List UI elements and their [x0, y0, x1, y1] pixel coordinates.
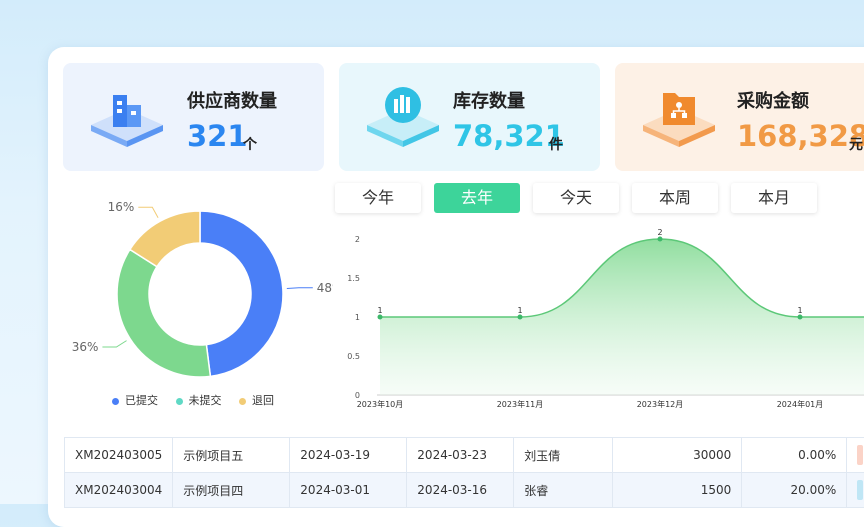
- table-cell: 2024-03-01: [290, 473, 407, 508]
- table-row[interactable]: XM202403005示例项目五2024-03-192024-03-23刘玉倩3…: [65, 438, 864, 473]
- x-tick-label: 2023年11月: [497, 399, 544, 409]
- row-action-cell[interactable]: [847, 473, 864, 508]
- y-tick-label: 0: [355, 391, 360, 400]
- stat-unit: 件: [549, 134, 563, 154]
- stat-card-inventory: 库存数量 78,321 件: [339, 63, 600, 171]
- table-cell: 2024-03-19: [290, 438, 407, 473]
- data-label: 1: [377, 306, 382, 315]
- data-point[interactable]: [378, 315, 383, 320]
- stat-value: 168,328: [737, 119, 864, 153]
- data-label: 1: [517, 306, 522, 315]
- inventory-icon: [359, 75, 449, 155]
- tab-last-year[interactable]: 去年: [434, 183, 520, 213]
- tab-today[interactable]: 今天: [533, 183, 619, 213]
- data-point[interactable]: [658, 237, 663, 242]
- project-table: XM202403005示例项目五2024-03-192024-03-23刘玉倩3…: [64, 437, 864, 508]
- donut-slice-label: 48%: [317, 281, 333, 295]
- data-point[interactable]: [798, 315, 803, 320]
- table-cell: XM202403004: [65, 473, 173, 508]
- table-cell: 示例项目四: [173, 473, 290, 508]
- legend-item-returned: 退回: [239, 394, 274, 407]
- y-tick-label: 1: [355, 313, 360, 322]
- stat-title: 采购金额: [737, 87, 809, 113]
- y-tick-label: 1.5: [347, 274, 360, 283]
- table-cell: 张睿: [514, 473, 613, 508]
- stat-value: 321: [187, 119, 248, 153]
- data-point[interactable]: [518, 315, 523, 320]
- stat-card-suppliers: 供应商数量 321 个: [63, 63, 324, 171]
- y-tick-label: 2: [355, 235, 360, 244]
- table-cell: 2024-03-23: [407, 438, 514, 473]
- table-cell: XM202403005: [65, 438, 173, 473]
- y-tick-label: 0.5: [347, 352, 360, 361]
- tab-this-year[interactable]: 今年: [335, 183, 421, 213]
- data-label: 1: [797, 306, 802, 315]
- stat-unit: 元: [849, 134, 863, 154]
- stat-card-purchase-amount: 采购金额 168,328 元: [615, 63, 864, 171]
- building-icon: [83, 75, 173, 155]
- table-row[interactable]: XM202403004示例项目四2024-03-012024-03-16张睿15…: [65, 473, 864, 508]
- dashboard-panel: 供应商数量 321 个 库存数量 78,321 件 采购金额: [48, 47, 864, 527]
- table-cell: 30000: [613, 438, 742, 473]
- stat-title: 库存数量: [453, 87, 525, 113]
- x-tick-label: 2023年12月: [637, 399, 684, 409]
- table-cell: 0.00%: [742, 438, 847, 473]
- chart-legend: 已提交 未提交 退回: [112, 392, 274, 408]
- donut-slice-submitted[interactable]: [200, 211, 283, 376]
- donut-slice-label: 16%: [108, 200, 135, 214]
- stat-title: 供应商数量: [187, 87, 277, 113]
- data-label: 2: [657, 228, 662, 237]
- donut-chart: 48% 36% 16%: [48, 197, 333, 387]
- folder-icon: [635, 75, 725, 155]
- table-cell: 示例项目五: [173, 438, 290, 473]
- row-action-cell[interactable]: [847, 438, 864, 473]
- table-cell: 20.00%: [742, 473, 847, 508]
- table-cell: 1500: [613, 473, 742, 508]
- tab-this-month[interactable]: 本月: [731, 183, 817, 213]
- table-cell: 2024-03-16: [407, 473, 514, 508]
- x-tick-label: 2023年10月: [357, 399, 404, 409]
- donut-slice-unsubmitted[interactable]: [117, 250, 210, 377]
- tab-this-week[interactable]: 本周: [632, 183, 718, 213]
- legend-item-unsubmitted: 未提交: [176, 394, 222, 407]
- table-cell: 刘玉倩: [514, 438, 613, 473]
- x-tick-label: 2024年01月: [777, 399, 824, 409]
- stat-unit: 个: [243, 134, 257, 154]
- legend-item-submitted: 已提交: [112, 394, 158, 407]
- area-chart: 0 0.5 1 1.5 2 1 2023年10月 1 2023年11月 2 2023年12月 1 202…: [333, 227, 864, 412]
- donut-slice-label: 36%: [72, 340, 99, 354]
